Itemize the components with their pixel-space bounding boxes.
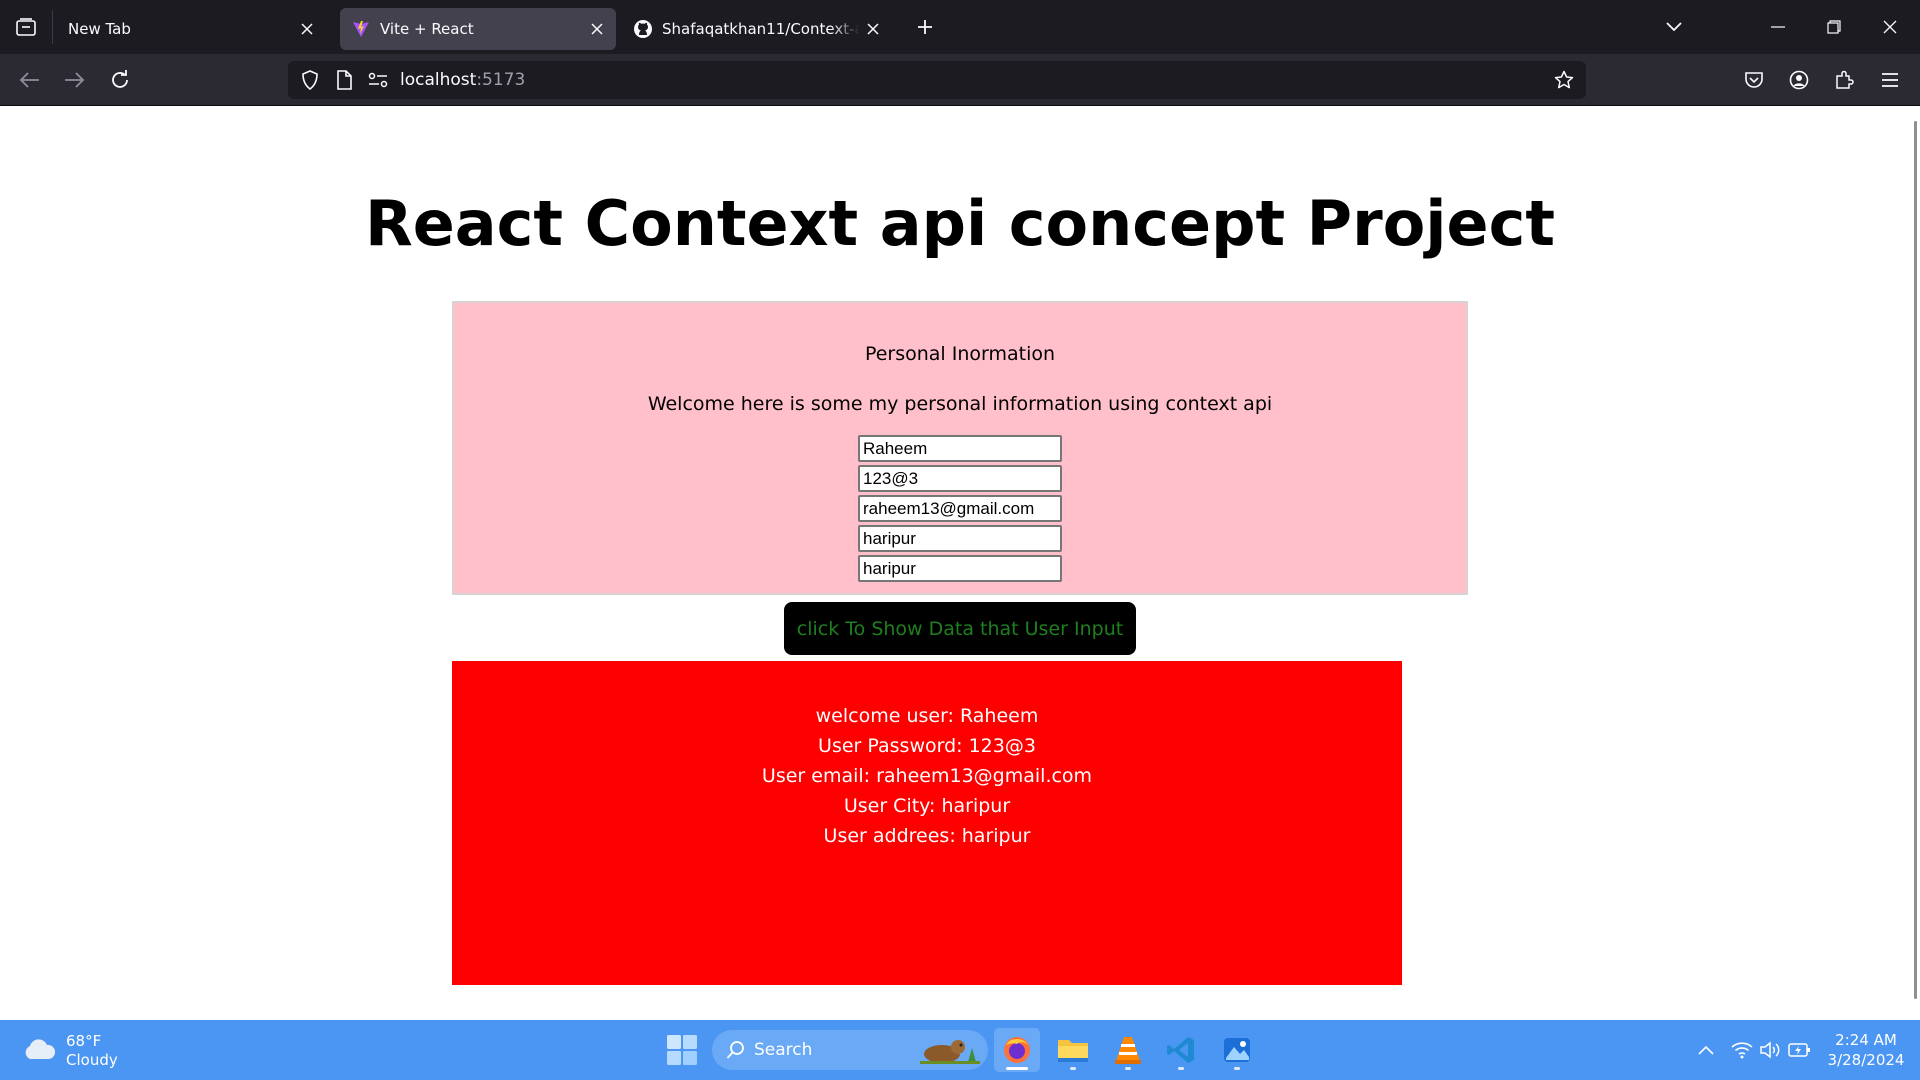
tab-label: New Tab (68, 20, 131, 38)
email-input[interactable] (858, 495, 1062, 522)
search-label: Search (754, 1040, 813, 1060)
new-tab-plus-icon[interactable] (910, 12, 940, 42)
weather-temperature: 68°F (66, 1032, 102, 1050)
vlc-taskbar-icon[interactable] (1105, 1028, 1151, 1072)
form-heading: Personal Inormation (864, 343, 1056, 365)
output-email: User email: raheem13@gmail.com (761, 765, 1093, 787)
tab-github[interactable]: Shafaqatkhan11/Context-api-p (622, 8, 892, 50)
close-icon[interactable] (584, 16, 610, 42)
show-data-button[interactable]: click To Show Data that User Input (784, 602, 1136, 655)
back-arrow-icon[interactable] (12, 62, 48, 98)
name-input[interactable] (858, 435, 1062, 462)
site-permissions-icon[interactable] (366, 68, 390, 92)
tab-label: Shafaqatkhan11/Context-api-p (662, 20, 860, 38)
minimize-icon[interactable] (1760, 10, 1796, 44)
github-icon (632, 18, 654, 40)
close-icon[interactable] (294, 16, 320, 42)
account-icon[interactable] (1781, 62, 1817, 98)
forward-arrow-icon[interactable] (56, 62, 92, 98)
restore-icon[interactable] (1816, 10, 1852, 44)
tab-separator (52, 10, 53, 44)
address-input[interactable] (858, 555, 1062, 582)
clock-time: 2:24 AM (1835, 1031, 1897, 1049)
pocket-icon[interactable] (1736, 62, 1772, 98)
form-subheading: Welcome here is some my personal informa… (647, 393, 1273, 415)
windows-start-icon[interactable] (664, 1032, 700, 1068)
extensions-icon[interactable] (1826, 62, 1862, 98)
list-all-tabs-chevron-icon[interactable] (1656, 10, 1692, 44)
vscode-taskbar-icon[interactable] (1158, 1028, 1204, 1072)
running-indicator (1125, 1067, 1131, 1070)
page-title: React Context api concept Project (365, 187, 1555, 260)
running-indicator (1178, 1067, 1184, 1070)
windows-taskbar: 68°F Cloudy Search 2:24 AM 3/28/2024 (0, 1020, 1920, 1080)
menu-hamburger-icon[interactable] (1872, 62, 1908, 98)
personal-information-form: Personal Inormation Welcome here is some… (452, 301, 1468, 595)
navigation-toolbar: localhost:5173 (0, 54, 1920, 106)
output-password: User Password: 123@3 (818, 735, 1036, 757)
page-icon[interactable] (332, 68, 356, 92)
running-indicator (1234, 1067, 1240, 1070)
battery-icon[interactable] (1786, 1036, 1814, 1064)
close-icon[interactable] (860, 16, 886, 42)
search-highlight-image (918, 1034, 982, 1070)
weather-description: Cloudy (66, 1051, 118, 1069)
cloud-icon (22, 1038, 56, 1064)
output-city: User City: haripur (843, 795, 1011, 817)
output-welcome: welcome user: Raheem (815, 705, 1039, 727)
taskbar-search[interactable]: Search (712, 1030, 988, 1070)
shield-icon[interactable] (298, 68, 322, 92)
close-window-icon[interactable] (1872, 10, 1908, 44)
system-clock[interactable]: 2:24 AM 3/28/2024 (1820, 1030, 1912, 1070)
address-bar[interactable]: localhost:5173 (288, 61, 1586, 99)
active-indicator (1006, 1067, 1028, 1070)
tab-label: Vite + React (380, 20, 474, 38)
page-viewport: React Context api concept Project Person… (0, 107, 1920, 1020)
tab-overview-icon[interactable] (8, 9, 44, 45)
city-input[interactable] (858, 525, 1062, 552)
password-input[interactable] (858, 465, 1062, 492)
running-indicator (1070, 1067, 1076, 1070)
browser-tab-strip: New Tab Vite + React Shafaqatkhan11/Cont… (0, 0, 1920, 54)
user-data-output: welcome user: Raheem User Password: 123@… (452, 661, 1402, 985)
show-hidden-icons-chevron-icon[interactable] (1692, 1036, 1720, 1064)
photos-taskbar-icon[interactable] (1214, 1028, 1260, 1072)
clock-date: 3/28/2024 (1827, 1051, 1905, 1069)
wifi-icon[interactable] (1728, 1036, 1756, 1064)
url-text[interactable]: localhost:5173 (400, 70, 525, 90)
vite-logo-icon (350, 18, 372, 40)
output-address: User addrees: haripur (823, 825, 1031, 847)
reload-icon[interactable] (102, 62, 138, 98)
bookmark-star-icon[interactable] (1552, 68, 1576, 92)
file-explorer-taskbar-icon[interactable] (1050, 1028, 1096, 1072)
search-icon (726, 1040, 746, 1060)
tab-new-tab[interactable]: New Tab (56, 8, 326, 50)
weather-widget[interactable]: 68°F Cloudy (22, 1032, 118, 1070)
volume-icon[interactable] (1756, 1036, 1784, 1064)
tab-vite-react[interactable]: Vite + React (340, 8, 616, 50)
firefox-taskbar-icon[interactable] (994, 1028, 1040, 1072)
